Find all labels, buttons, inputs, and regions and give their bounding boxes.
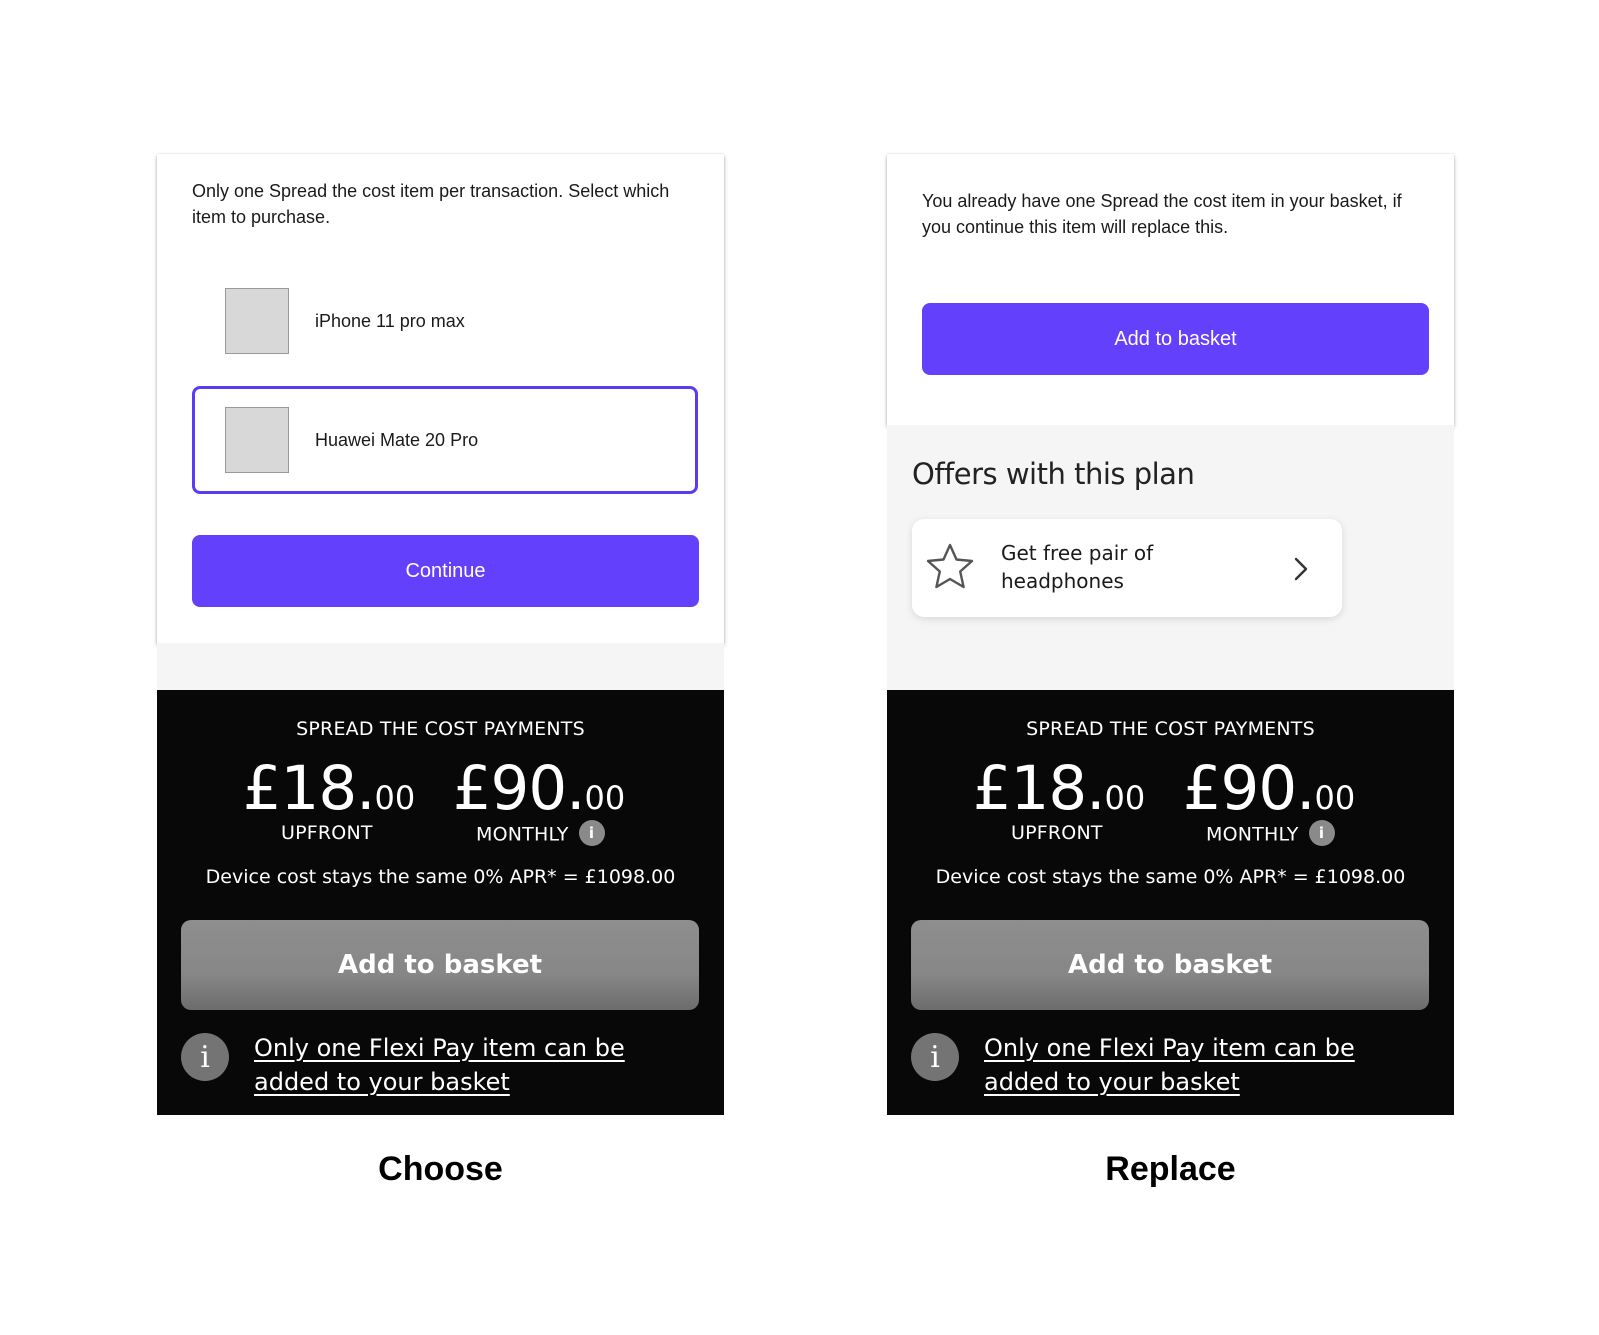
replace-dialog: You already have one Spread the cost ite… xyxy=(887,154,1454,425)
continue-button[interactable]: Continue xyxy=(192,535,699,607)
add-to-basket-dialog-button[interactable]: Add to basket xyxy=(922,303,1429,375)
monthly-label-row: MONTHLY i xyxy=(1206,820,1335,848)
monthly-price: £90.00 xyxy=(439,753,639,824)
offer-text: Get free pair of headphones xyxy=(1001,541,1154,593)
monthly-label: MONTHLY xyxy=(1206,823,1299,846)
monthly-price: £90.00 xyxy=(1169,753,1369,824)
upfront-cents: 00 xyxy=(1104,779,1146,817)
info-icon[interactable]: i xyxy=(1308,820,1335,846)
payments-title: SPREAD THE COST PAYMENTS xyxy=(296,718,585,740)
add-to-basket-button[interactable]: Add to basket xyxy=(181,920,699,1010)
upfront-cents: 00 xyxy=(374,779,416,817)
upfront-amount: £18. xyxy=(242,753,376,824)
product-thumbnail xyxy=(225,407,289,473)
apr-line: Device cost stays the same 0% APR* = £10… xyxy=(935,866,1406,888)
flexi-pay-notice-link[interactable]: Only one Flexi Pay item can be added to … xyxy=(254,1031,684,1099)
payment-summary: SPREAD THE COST PAYMENTS £18.00 £90.00 U… xyxy=(887,690,1454,1115)
payment-summary: SPREAD THE COST PAYMENTS £18.00 £90.00 U… xyxy=(157,690,724,1115)
monthly-amount: £90. xyxy=(452,753,586,824)
product-thumbnail xyxy=(225,288,289,354)
monthly-label: MONTHLY xyxy=(476,823,569,846)
upfront-label: UPFRONT xyxy=(281,822,373,844)
choose-screen: Only one Spread the cost item per transa… xyxy=(157,154,724,1115)
caption-replace: Replace xyxy=(1105,1150,1236,1188)
monthly-label-row: MONTHLY i xyxy=(476,820,605,848)
apr-line: Device cost stays the same 0% APR* = £10… xyxy=(205,866,676,888)
info-icon: i xyxy=(181,1033,229,1081)
upfront-price: £18.00 xyxy=(229,753,429,824)
offers-title: Offers with this plan xyxy=(912,457,1195,491)
monthly-cents: 00 xyxy=(584,779,626,817)
offer-card-headphones[interactable]: Get free pair of headphones xyxy=(912,519,1342,617)
option-label: iPhone 11 pro max xyxy=(315,310,465,331)
option-label: Huawei Mate 20 Pro xyxy=(315,429,479,450)
add-to-basket-button[interactable]: Add to basket xyxy=(911,920,1429,1010)
flexi-pay-notice-link[interactable]: Only one Flexi Pay item can be added to … xyxy=(984,1031,1414,1099)
monthly-cents: 00 xyxy=(1314,779,1356,817)
choose-message: Only one Spread the cost item per transa… xyxy=(192,181,670,227)
option-huawei-mate-20-pro[interactable]: Huawei Mate 20 Pro xyxy=(192,386,698,494)
star-icon xyxy=(926,543,974,589)
option-iphone-11-pro-max[interactable]: iPhone 11 pro max xyxy=(192,267,698,375)
background-area xyxy=(157,643,724,690)
replace-message: You already have one Spread the cost ite… xyxy=(922,191,1402,237)
info-icon: i xyxy=(911,1033,959,1081)
upfront-price: £18.00 xyxy=(959,753,1159,824)
chevron-right-icon xyxy=(1294,557,1308,581)
offers-section: Offers with this plan Get free pair of h… xyxy=(887,425,1454,690)
upfront-label: UPFRONT xyxy=(1011,822,1103,844)
monthly-amount: £90. xyxy=(1182,753,1316,824)
choose-dialog: Only one Spread the cost item per transa… xyxy=(157,154,724,643)
replace-screen: You already have one Spread the cost ite… xyxy=(887,154,1454,1115)
info-icon[interactable]: i xyxy=(578,820,605,846)
payments-title: SPREAD THE COST PAYMENTS xyxy=(1026,718,1315,740)
caption-choose: Choose xyxy=(378,1150,503,1188)
upfront-amount: £18. xyxy=(972,753,1106,824)
